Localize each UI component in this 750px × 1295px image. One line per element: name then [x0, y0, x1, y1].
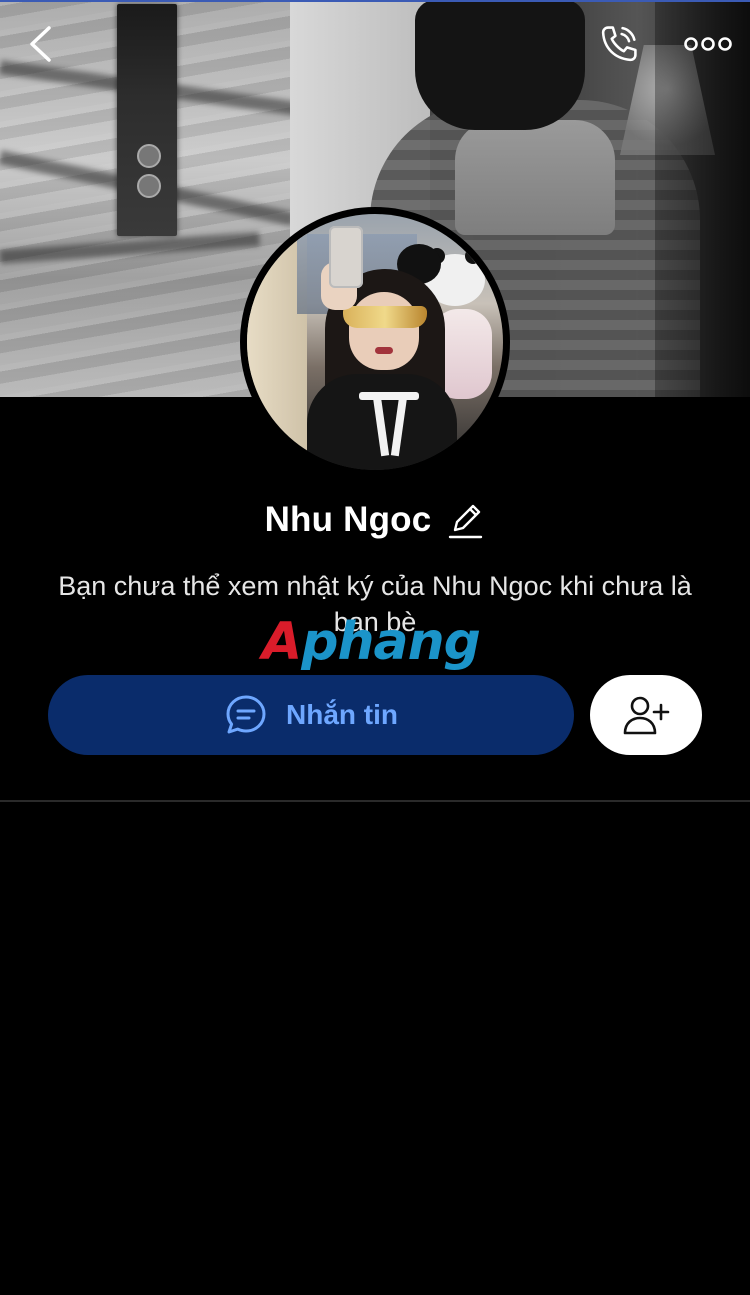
message-button-label: Nhắn tin — [286, 699, 398, 730]
cover-elevator-button — [137, 144, 161, 168]
cover-back — [455, 120, 615, 235]
phone-icon — [601, 26, 637, 62]
avatar-frame[interactable] — [240, 207, 510, 477]
chevron-left-icon — [30, 26, 51, 62]
more-dots-icon — [684, 37, 732, 51]
add-user-icon — [623, 696, 670, 735]
top-accent-line — [0, 0, 750, 2]
profile-name-row: Nhu Ngoc — [0, 494, 750, 546]
watermark-part-2: phang — [301, 612, 481, 672]
watermark-logo: Aphang — [262, 612, 481, 672]
avatar[interactable] — [247, 214, 503, 470]
watermark-part-1: A — [262, 612, 302, 672]
profile-screen: Nhu Ngoc Bạn chưa thể xem nhật ký của Nh… — [0, 0, 750, 1295]
avatar-lips — [375, 347, 393, 354]
avatar-phone — [329, 226, 363, 288]
more-options-button[interactable] — [680, 28, 736, 60]
cover-hair — [415, 0, 585, 130]
back-button[interactable] — [18, 22, 62, 66]
edit-name-button[interactable] — [445, 498, 485, 542]
avatar-bow — [359, 392, 419, 400]
call-button[interactable] — [594, 22, 642, 68]
avatar-glasses — [343, 306, 427, 328]
cover-elevator-button — [137, 174, 161, 198]
profile-name: Nhu Ngoc — [264, 500, 432, 539]
pencil-icon — [449, 504, 483, 539]
cover-elevator-panel — [117, 4, 177, 236]
chat-bubble-icon — [226, 695, 266, 734]
avatar-face — [349, 292, 419, 370]
add-friend-button[interactable] — [590, 675, 702, 755]
message-button[interactable]: Nhắn tin — [48, 675, 574, 755]
section-divider — [0, 800, 750, 802]
